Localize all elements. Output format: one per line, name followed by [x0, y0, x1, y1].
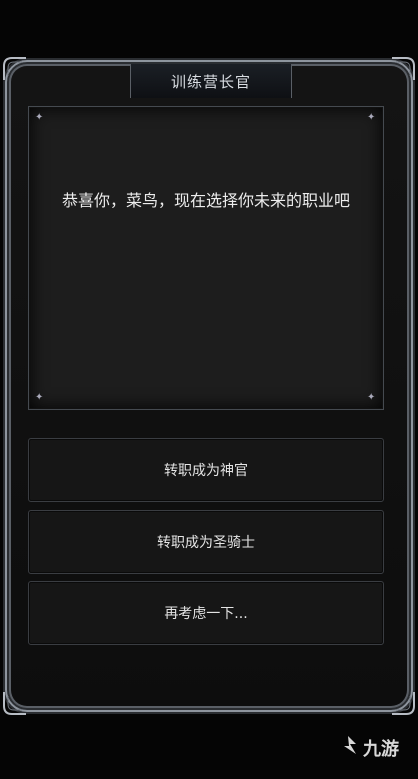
- ornate-corner-icon: [2, 690, 28, 716]
- npc-name-bar: 训练营长官: [130, 64, 292, 98]
- option-reconsider-button[interactable]: 再考虑一下...: [28, 581, 384, 645]
- sparkle-icon: ✦: [367, 392, 376, 403]
- sparkle-icon: ✦: [35, 392, 44, 403]
- ornate-corner-icon: [390, 56, 416, 82]
- ornate-corner-icon: [2, 56, 28, 82]
- dialog-box: ✦ ✦ ✦ ✦ 恭喜你，菜鸟，现在选择你未来的职业吧: [28, 106, 384, 410]
- option-priest-button[interactable]: 转职成为神官: [28, 438, 384, 502]
- option-paladin-button[interactable]: 转职成为圣骑士: [28, 510, 384, 574]
- npc-name: 训练营长官: [170, 72, 251, 91]
- sparkle-icon: ✦: [367, 112, 376, 123]
- jiuyou-logo-icon: [336, 734, 360, 762]
- watermark-text: 九游: [363, 739, 399, 760]
- watermark: 九游: [336, 734, 399, 762]
- sparkle-icon: ✦: [35, 112, 44, 123]
- ornate-corner-icon: [390, 690, 416, 716]
- dialog-text: 恭喜你，菜鸟，现在选择你未来的职业吧: [61, 191, 350, 210]
